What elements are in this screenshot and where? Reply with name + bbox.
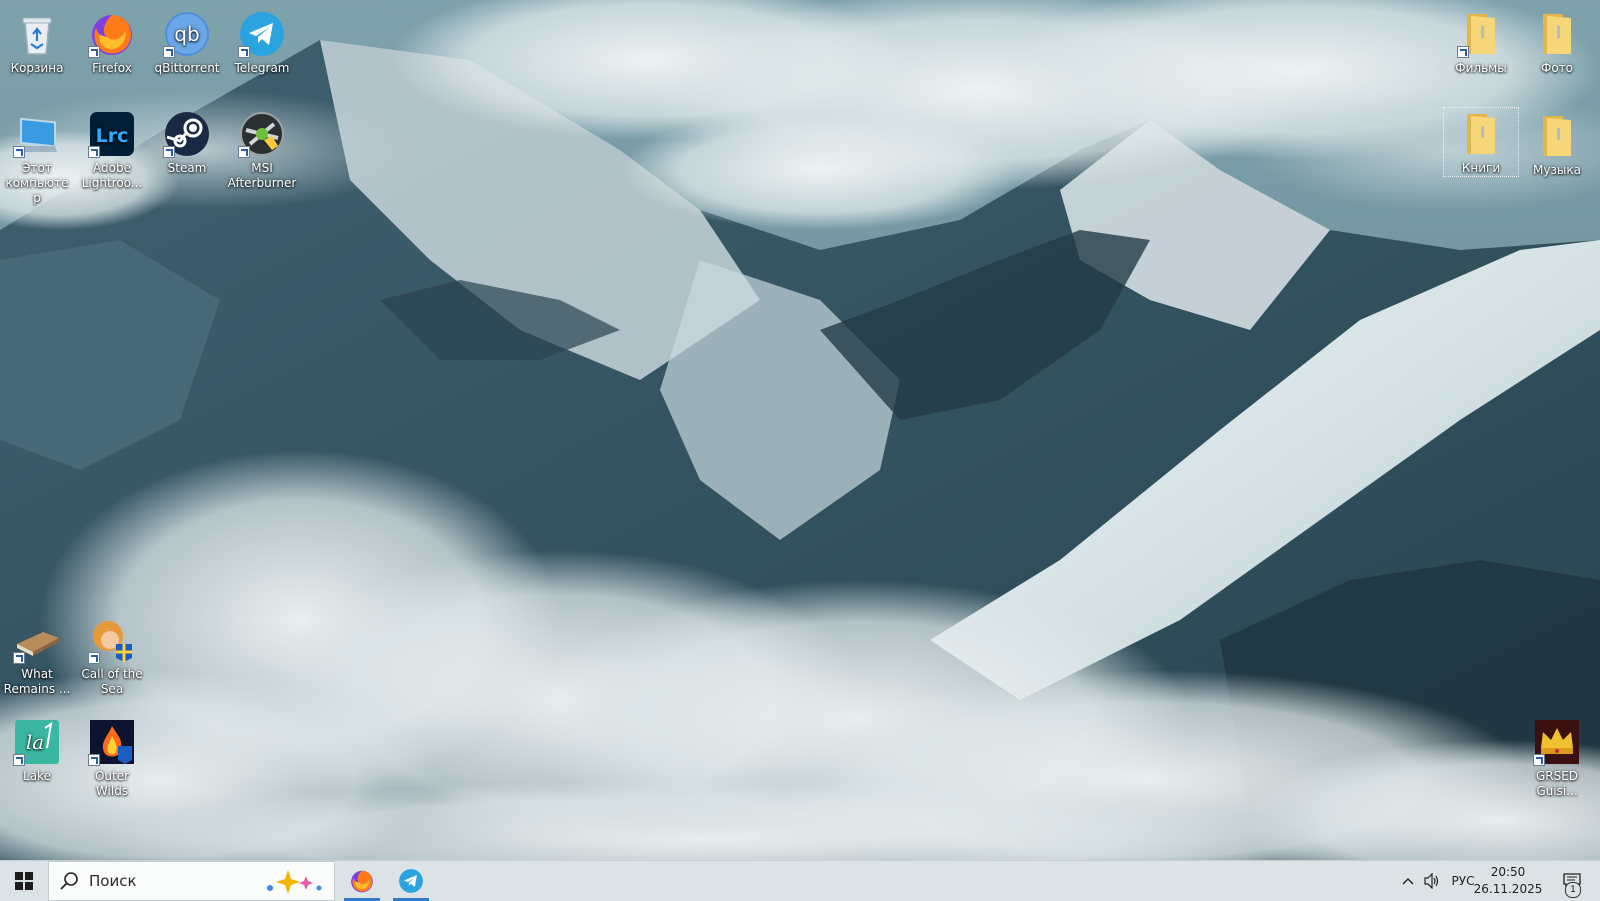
msi-afterburner-label: MSI Afterburner [227, 161, 297, 190]
telegram-icon [399, 869, 423, 893]
lake-icon: la [13, 718, 61, 766]
this-pc-shortcut[interactable]: Этот компьютер [0, 104, 74, 206]
lake-shortcut[interactable]: la Lake [0, 712, 74, 784]
shortcut-arrow-icon [238, 46, 250, 58]
shortcut-arrow-icon [238, 146, 250, 158]
svg-text:qb: qb [174, 22, 199, 46]
folder-icon [1533, 112, 1581, 160]
recycle-bin-shortcut[interactable]: Корзина [0, 4, 74, 76]
book-icon [13, 616, 61, 664]
grsed-shortcut[interactable]: GRSED Guisi... [1520, 712, 1594, 799]
what-remains-label: What Remains ... [3, 667, 71, 696]
lightroom-label: Adobe Lightroo... [81, 161, 143, 190]
steam-label: Steam [167, 161, 207, 175]
shortcut-arrow-icon [1457, 46, 1469, 58]
firefox-icon [88, 10, 136, 58]
shortcut-arrow-icon [88, 754, 100, 766]
folder-music-label: Музыка [1533, 163, 1581, 177]
folder-books-label: Книги [1461, 161, 1501, 175]
folder-photo-label: Фото [1540, 61, 1573, 75]
clock-time: 20:50 [1490, 865, 1526, 879]
search-placeholder: Поиск [89, 872, 137, 890]
what-remains-shortcut[interactable]: What Remains ... [0, 610, 74, 697]
qbittorrent-shortcut[interactable]: qb qBittorrent [150, 4, 224, 76]
outer-wilds-icon [88, 718, 136, 766]
shortcut-arrow-icon [1533, 754, 1545, 766]
folder-icon [1457, 10, 1505, 58]
shortcut-arrow-icon [88, 46, 100, 58]
lake-label: Lake [23, 769, 51, 783]
qbittorrent-label: qBittorrent [154, 61, 220, 75]
shortcut-arrow-icon [13, 146, 25, 158]
qbittorrent-icon: qb [163, 10, 211, 58]
outer-wilds-label: Outer Wilds [94, 769, 130, 798]
call-of-the-sea-label: Call of the Sea [81, 667, 143, 696]
grsed-label: GRSED Guisi... [1535, 769, 1579, 798]
lightroom-icon: Lrc [88, 110, 136, 158]
shortcut-arrow-icon [13, 652, 25, 664]
telegram-icon [238, 10, 286, 58]
telegram-label: Telegram [234, 61, 290, 75]
recycle-bin-label: Корзина [10, 61, 64, 75]
notification-count-badge: 1 [1565, 882, 1581, 898]
shortcut-arrow-icon [163, 146, 175, 158]
call-of-the-sea-icon [88, 616, 136, 664]
outer-wilds-shortcut[interactable]: Outer Wilds [75, 712, 149, 799]
firefox-label: Firefox [92, 61, 132, 75]
telegram-shortcut[interactable]: Telegram [225, 4, 299, 76]
recycle-bin-icon [13, 10, 61, 58]
clock[interactable]: 20:50 26.11.2025 [1468, 864, 1548, 898]
volume-button[interactable] [1420, 861, 1444, 901]
msi-afterburner-shortcut[interactable]: MSI Afterburner [225, 104, 299, 191]
svg-text:la: la [26, 730, 44, 754]
svg-text:Lrc: Lrc [96, 125, 129, 147]
start-button[interactable] [0, 861, 48, 901]
windows-logo-icon [15, 872, 33, 890]
shortcut-arrow-icon [13, 754, 25, 766]
chevron-up-icon [1402, 878, 1414, 885]
search-icon [60, 872, 78, 890]
firefox-shortcut[interactable]: Firefox [75, 4, 149, 76]
clock-date: 26.11.2025 [1473, 882, 1543, 896]
firefox-icon [351, 870, 373, 893]
folder-photo[interactable]: Фото [1520, 4, 1594, 76]
shortcut-arrow-icon [88, 652, 100, 664]
lightroom-shortcut[interactable]: Lrc Adobe Lightroo... [75, 104, 149, 191]
taskbar-telegram[interactable] [389, 861, 433, 901]
search-box[interactable]: Поиск [48, 861, 335, 901]
folder-music[interactable]: Музыка [1520, 106, 1594, 178]
call-of-the-sea-shortcut[interactable]: Call of the Sea [75, 610, 149, 697]
folder-films-shortcut[interactable]: Фильмы [1444, 4, 1518, 76]
steam-icon [163, 110, 211, 158]
msi-afterburner-icon [238, 110, 286, 158]
this-pc-label: Этот компьютер [5, 161, 69, 205]
search-highlight-sparkle-icon [267, 870, 322, 894]
shortcut-arrow-icon [88, 146, 100, 158]
folder-books[interactable]: Книги [1443, 107, 1519, 177]
taskbar-firefox[interactable] [340, 861, 384, 901]
folder-icon [1533, 10, 1581, 58]
show-hidden-icons-button[interactable] [1398, 861, 1418, 901]
taskbar: Поиск РУС 20:50 26.11.2025 1 [0, 860, 1600, 901]
folder-films-label: Фильмы [1455, 61, 1507, 75]
steam-shortcut[interactable]: Steam [150, 104, 224, 176]
crown-icon [1533, 718, 1581, 766]
shortcut-arrow-icon [163, 46, 175, 58]
speaker-icon [1424, 873, 1439, 889]
computer-icon [13, 110, 61, 158]
folder-icon [1457, 110, 1505, 158]
